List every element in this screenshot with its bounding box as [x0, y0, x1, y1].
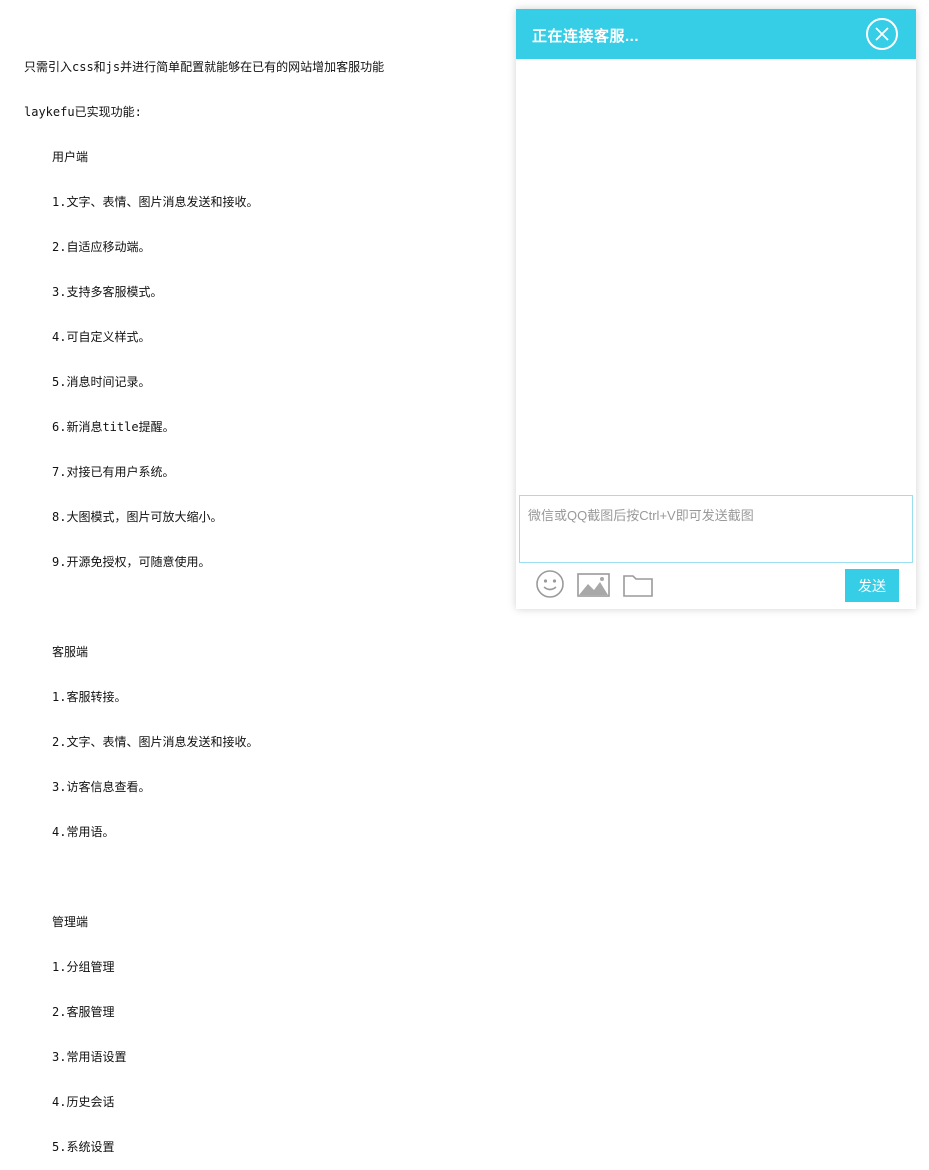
list-item: 5.消息时间记录。 — [52, 375, 151, 389]
folder-icon — [623, 575, 653, 597]
list-item: 1.客服转接。 — [52, 690, 127, 704]
close-icon — [875, 27, 889, 41]
list-item: 2.文字、表情、图片消息发送和接收。 — [52, 735, 259, 749]
admin-section-title: 管理端 — [52, 915, 89, 929]
list-item: 2.客服管理 — [52, 1005, 115, 1019]
chat-header: 正在连接客服... — [516, 9, 916, 59]
file-button[interactable] — [622, 569, 654, 604]
list-item: 3.访客信息查看。 — [52, 780, 151, 794]
chat-title: 正在连接客服... — [532, 28, 640, 45]
message-input-box[interactable] — [519, 495, 913, 563]
list-item: 5.系统设置 — [52, 1140, 115, 1154]
close-button[interactable] — [866, 18, 898, 50]
list-item: 8.大图模式，图片可放大缩小。 — [52, 510, 223, 524]
intro-text: 只需引入css和js并进行简单配置就能够在已有的网站增加客服功能 — [24, 60, 385, 74]
list-item: 3.常用语设置 — [52, 1050, 127, 1064]
image-button[interactable] — [577, 569, 610, 604]
emoji-button[interactable] — [535, 569, 565, 604]
chat-toolbar: 发送 — [516, 565, 916, 609]
list-item: 4.常用语。 — [52, 825, 115, 839]
list-item: 1.文字、表情、图片消息发送和接收。 — [52, 195, 259, 209]
image-icon — [577, 573, 610, 597]
feature-description: 只需引入css和js并进行简单配置就能够在已有的网站增加客服功能 laykefu… — [24, 30, 494, 1170]
list-item: 2.自适应移动端。 — [52, 240, 151, 254]
list-item: 7.对接已有用户系统。 — [52, 465, 175, 479]
list-item: 1.分组管理 — [52, 960, 115, 974]
list-item: 4.历史会话 — [52, 1095, 115, 1109]
chat-window: 正在连接客服... 微信或QQ截图后按Ctrl+V即可发送截图 发送 — [516, 9, 916, 609]
emoji-icon — [536, 570, 564, 598]
message-area[interactable] — [516, 59, 916, 493]
list-item: 9.开源免授权，可随意使用。 — [52, 555, 211, 569]
list-item: 6.新消息title提醒。 — [52, 420, 175, 434]
list-item: 3.支持多客服模式。 — [52, 285, 163, 299]
message-input[interactable] — [520, 496, 912, 562]
send-button[interactable]: 发送 — [845, 569, 899, 602]
agent-section-title: 客服端 — [52, 645, 89, 659]
user-section-title: 用户端 — [52, 150, 89, 164]
list-item: 4.可自定义样式。 — [52, 330, 151, 344]
features-title: laykefu已实现功能: — [24, 105, 142, 119]
